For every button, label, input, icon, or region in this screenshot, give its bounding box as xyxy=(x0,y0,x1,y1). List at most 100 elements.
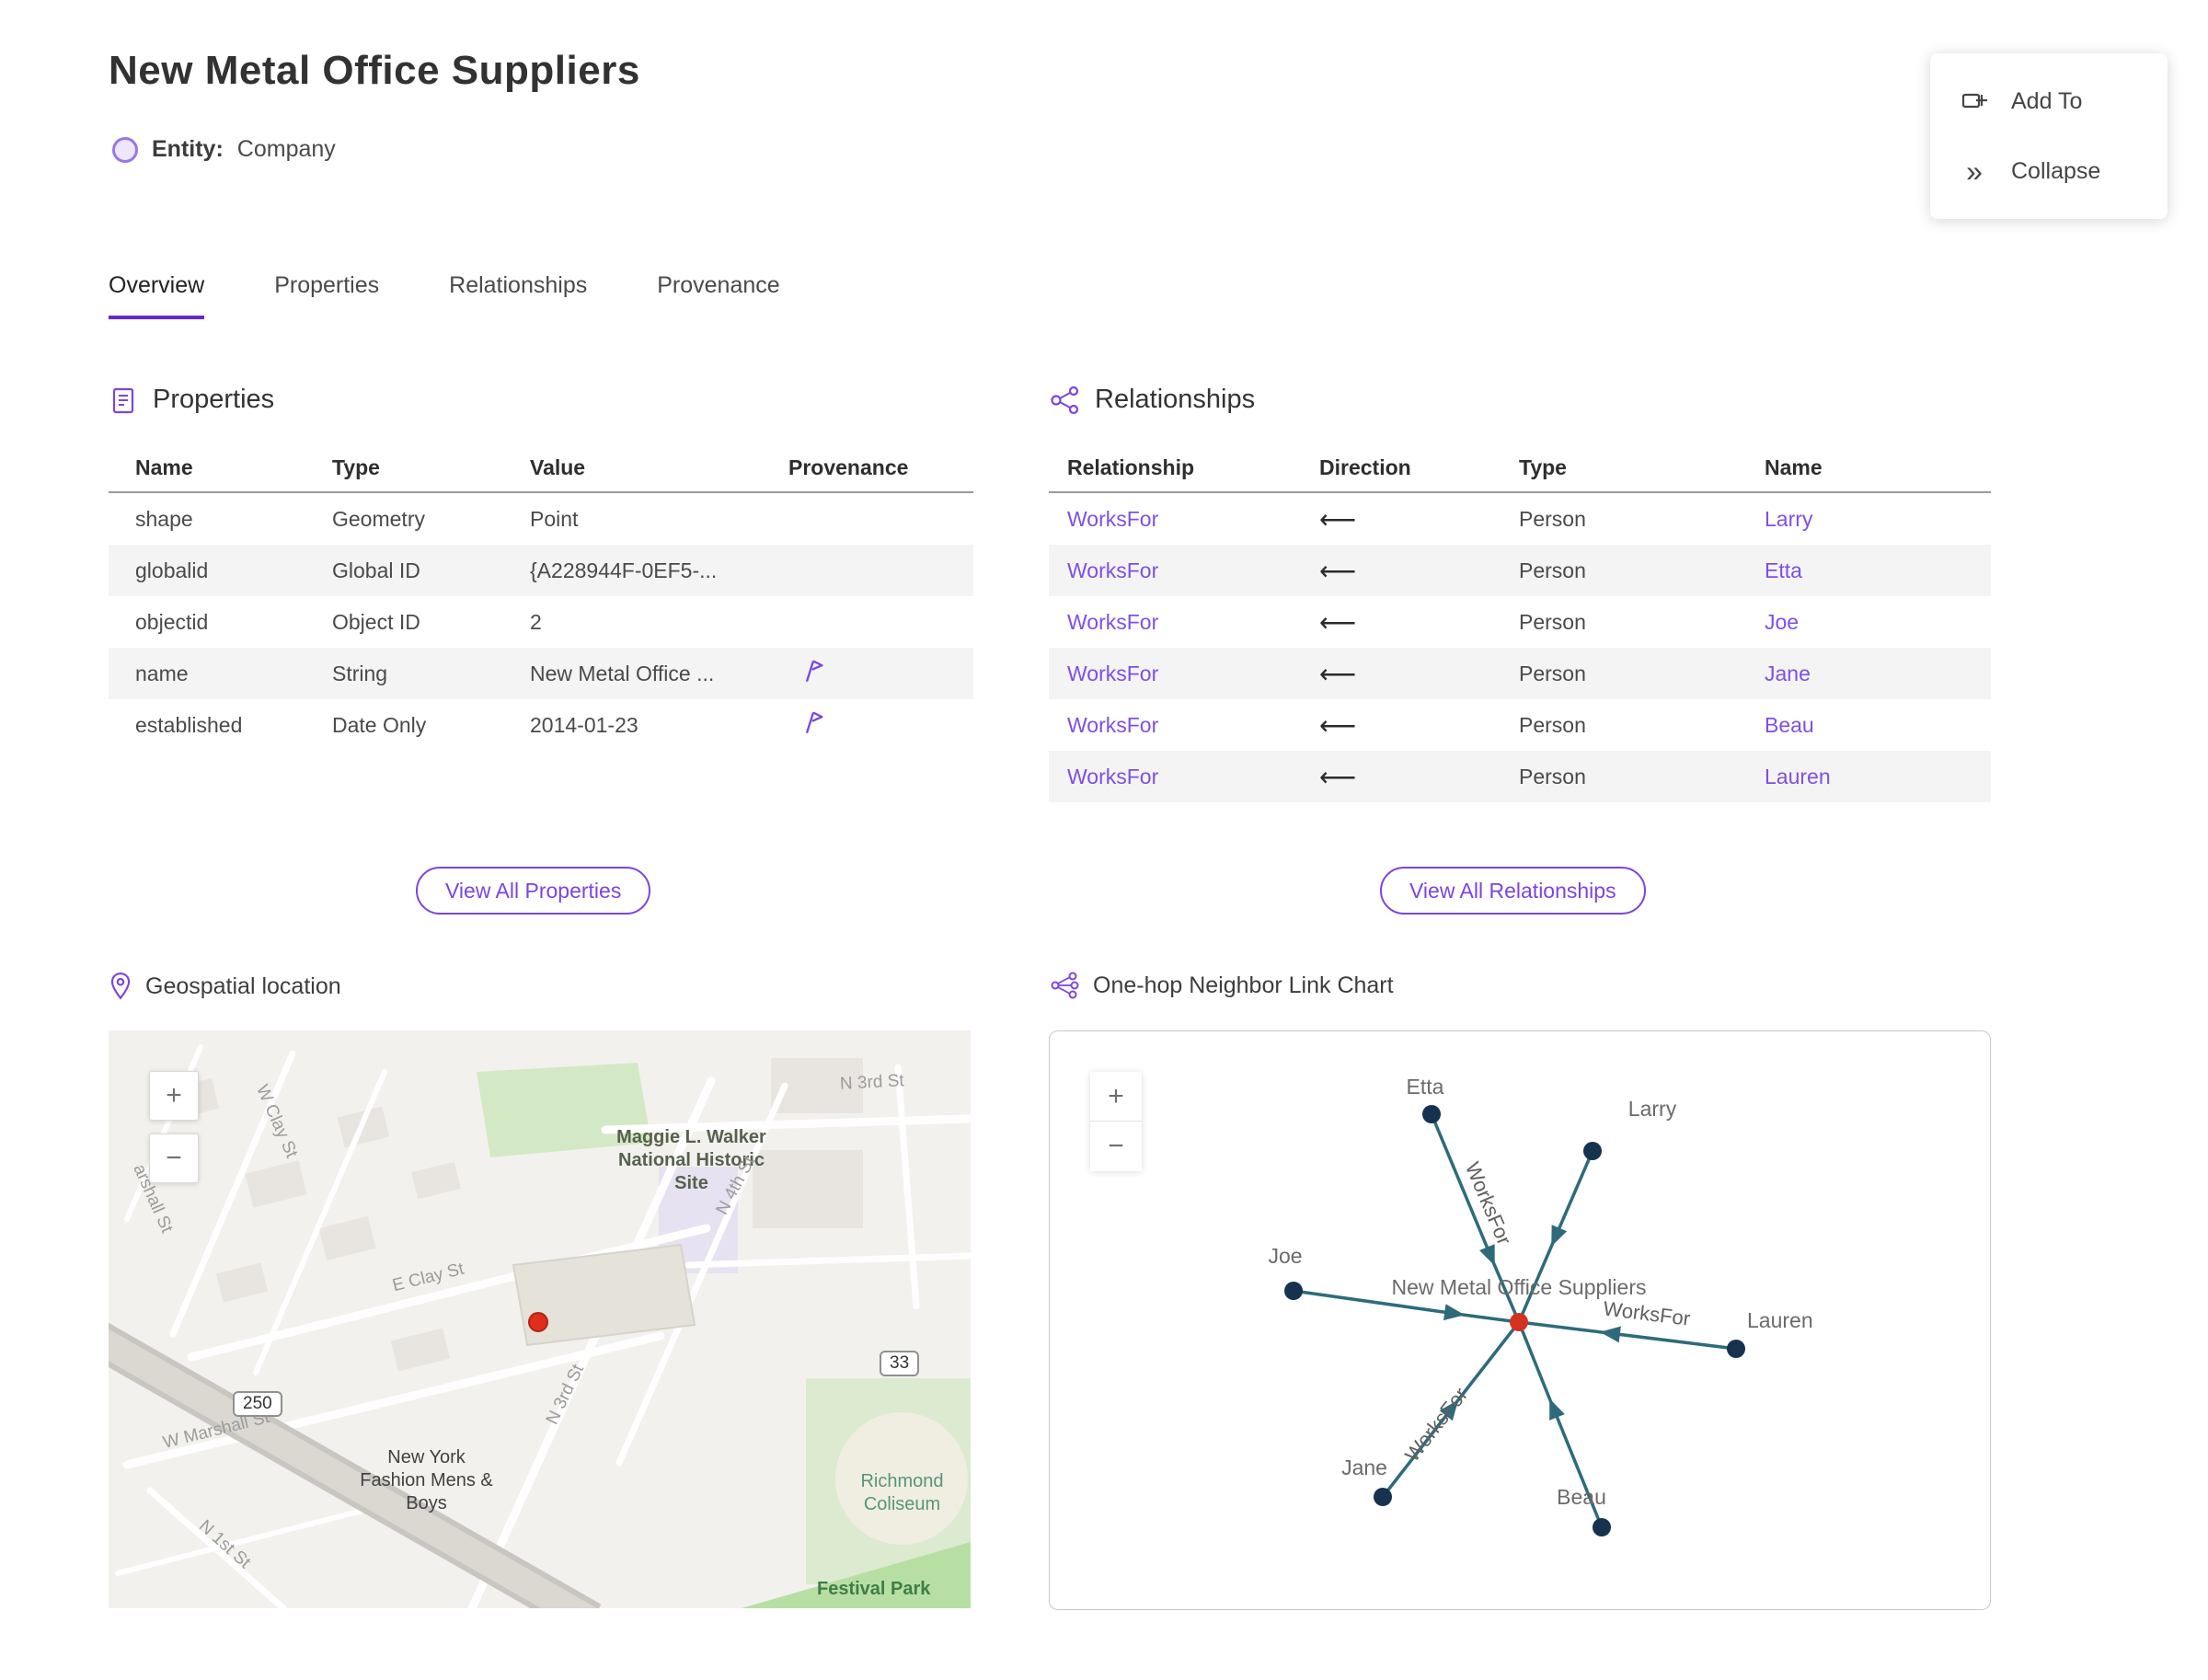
relationships-section-header: Relationships xyxy=(1049,385,1255,415)
add-to-icon xyxy=(1961,93,1987,109)
node-label-etta: Etta xyxy=(1407,1075,1444,1099)
provenance-flag-button[interactable] xyxy=(788,658,973,689)
col-value: Value xyxy=(530,455,586,479)
relationship-type: Person xyxy=(1519,506,1586,531)
relationship-row: WorksFor ⟵ Person Etta xyxy=(1049,545,1991,596)
node-joe[interactable] xyxy=(1284,1282,1303,1300)
relationship-link[interactable]: WorksFor xyxy=(1067,558,1319,583)
node-larry[interactable] xyxy=(1583,1142,1602,1160)
collapse-icon: » xyxy=(1966,155,1983,188)
edge-label-worksfor: WorksFor xyxy=(1602,1296,1691,1329)
property-value: 2 xyxy=(530,609,542,634)
relationship-row: WorksFor ⟵ Person Lauren xyxy=(1049,751,1991,802)
route-shield-33: 33 xyxy=(880,1351,920,1376)
provenance-flag-icon xyxy=(805,660,823,683)
map-label-ny-fashion: New York Fashion Mens & Boys xyxy=(360,1447,493,1513)
view-all-relationships-button[interactable]: View All Relationships xyxy=(1380,867,1646,915)
property-value: New Metal Office ... xyxy=(530,661,715,685)
property-type: String xyxy=(332,661,388,685)
add-to-button[interactable]: Add To xyxy=(1930,66,2168,136)
entity-detail-page: New Metal Office Suppliers Entity: Compa… xyxy=(0,0,2208,1680)
direction-arrow-icon: ⟵ xyxy=(1319,659,1357,688)
entity-type-icon xyxy=(112,136,138,163)
property-type: Object ID xyxy=(332,609,420,634)
node-label-lauren: Lauren xyxy=(1747,1308,1813,1332)
node-jane[interactable] xyxy=(1374,1488,1392,1506)
entity-type-value: Company xyxy=(236,136,336,162)
property-name: name xyxy=(135,661,189,685)
property-type: Global ID xyxy=(332,558,420,582)
geospatial-section-title: Geospatial location xyxy=(145,972,341,999)
relationship-type: Person xyxy=(1519,764,1586,788)
edge-label-worksfor: WorksFor xyxy=(1400,1383,1472,1466)
properties-icon xyxy=(112,387,134,413)
relationship-row: WorksFor ⟵ Person Beau xyxy=(1049,699,1991,751)
view-all-properties-button[interactable]: View All Properties xyxy=(416,867,651,915)
related-entity-link[interactable]: Jane xyxy=(1765,662,1991,686)
relationships-table-header: Relationship Direction Type Name xyxy=(1049,443,1991,493)
tab-relationships[interactable]: Relationships xyxy=(449,272,587,319)
actions-panel: Add To » Collapse xyxy=(1930,53,2168,219)
property-name: shape xyxy=(135,506,193,531)
chart-zoom-in-button[interactable]: + xyxy=(1090,1072,1142,1122)
related-entity-link[interactable]: Beau xyxy=(1765,713,1991,738)
map-label-festival-park: Festival Park xyxy=(817,1579,931,1599)
relationships-icon xyxy=(1051,385,1079,414)
relationship-link[interactable]: WorksFor xyxy=(1067,610,1319,635)
related-entity-link[interactable]: Joe xyxy=(1765,610,1991,635)
collapse-button[interactable]: » Collapse xyxy=(1930,136,2168,206)
relationship-type: Person xyxy=(1519,712,1586,737)
properties-section-title: Properties xyxy=(153,385,275,414)
route-shield-250: 250 xyxy=(233,1391,282,1417)
map-marker xyxy=(528,1312,548,1332)
link-chart-svg: Etta Larry Joe Lauren Jane Beau New Meta… xyxy=(1268,1075,1813,1536)
property-value: 2014-01-23 xyxy=(530,712,638,737)
collapse-label: Collapse xyxy=(2011,157,2101,184)
relationship-link[interactable]: WorksFor xyxy=(1067,662,1319,686)
map-canvas[interactable]: Maggie L. Walker National Historic Site … xyxy=(109,1030,971,1608)
node-lauren[interactable] xyxy=(1727,1340,1745,1358)
node-label-joe: Joe xyxy=(1268,1244,1302,1268)
map-tiles xyxy=(109,1030,971,1608)
entity-label: Entity: xyxy=(152,136,224,162)
relationship-row: WorksFor ⟵ Person Jane xyxy=(1049,648,1991,699)
link-chart-icon xyxy=(1051,972,1079,999)
tab-provenance[interactable]: Provenance xyxy=(657,272,779,319)
map-pin-icon xyxy=(110,972,131,1000)
relationship-link[interactable]: WorksFor xyxy=(1067,713,1319,738)
col-type: Type xyxy=(332,455,380,479)
link-chart-canvas[interactable]: Etta Larry Joe Lauren Jane Beau New Meta… xyxy=(1049,1030,1991,1610)
tab-overview[interactable]: Overview xyxy=(109,272,205,319)
node-center[interactable] xyxy=(1510,1313,1528,1331)
node-label-larry: Larry xyxy=(1628,1097,1677,1121)
relationship-link[interactable]: WorksFor xyxy=(1067,765,1319,789)
map-zoom-out-button[interactable]: − xyxy=(149,1133,199,1183)
map-label-n3rd-top: N 3rd St xyxy=(839,1071,905,1094)
col-relationship: Relationship xyxy=(1067,455,1195,479)
col-name: Name xyxy=(135,455,193,479)
property-value: {A228944F-0EF5-... xyxy=(530,558,718,582)
related-entity-link[interactable]: Larry xyxy=(1765,507,1991,532)
properties-table: Name Type Value Provenance shape Geometr… xyxy=(109,443,973,751)
relationships-section-title: Relationships xyxy=(1095,385,1256,414)
provenance-flag-button[interactable] xyxy=(788,709,973,741)
col-provenance: Provenance xyxy=(788,455,909,479)
node-beau[interactable] xyxy=(1593,1518,1611,1536)
node-etta[interactable] xyxy=(1422,1105,1441,1123)
tab-properties[interactable]: Properties xyxy=(274,272,379,319)
related-entity-link[interactable]: Etta xyxy=(1765,558,1991,583)
relationship-row: WorksFor ⟵ Person Larry xyxy=(1049,493,1991,545)
relationship-link[interactable]: WorksFor xyxy=(1067,507,1319,532)
property-type: Geometry xyxy=(332,506,425,531)
relationships-table-body: WorksFor ⟵ Person Larry WorksFor ⟵ Perso… xyxy=(1049,493,1991,802)
relationship-type: Person xyxy=(1519,661,1586,685)
property-name: established xyxy=(135,712,243,737)
relationships-table: Relationship Direction Type Name WorksFo… xyxy=(1049,443,1991,802)
relationship-type: Person xyxy=(1519,558,1586,582)
tab-bar: Overview Properties Relationships Proven… xyxy=(109,272,780,319)
map-zoom-in-button[interactable]: + xyxy=(149,1071,199,1121)
chart-zoom-out-button[interactable]: − xyxy=(1090,1122,1142,1171)
link-chart-section-header: One-hop Neighbor Link Chart xyxy=(1049,972,1394,999)
related-entity-link[interactable]: Lauren xyxy=(1765,765,1991,789)
chart-zoom-controls: + − xyxy=(1090,1072,1142,1171)
